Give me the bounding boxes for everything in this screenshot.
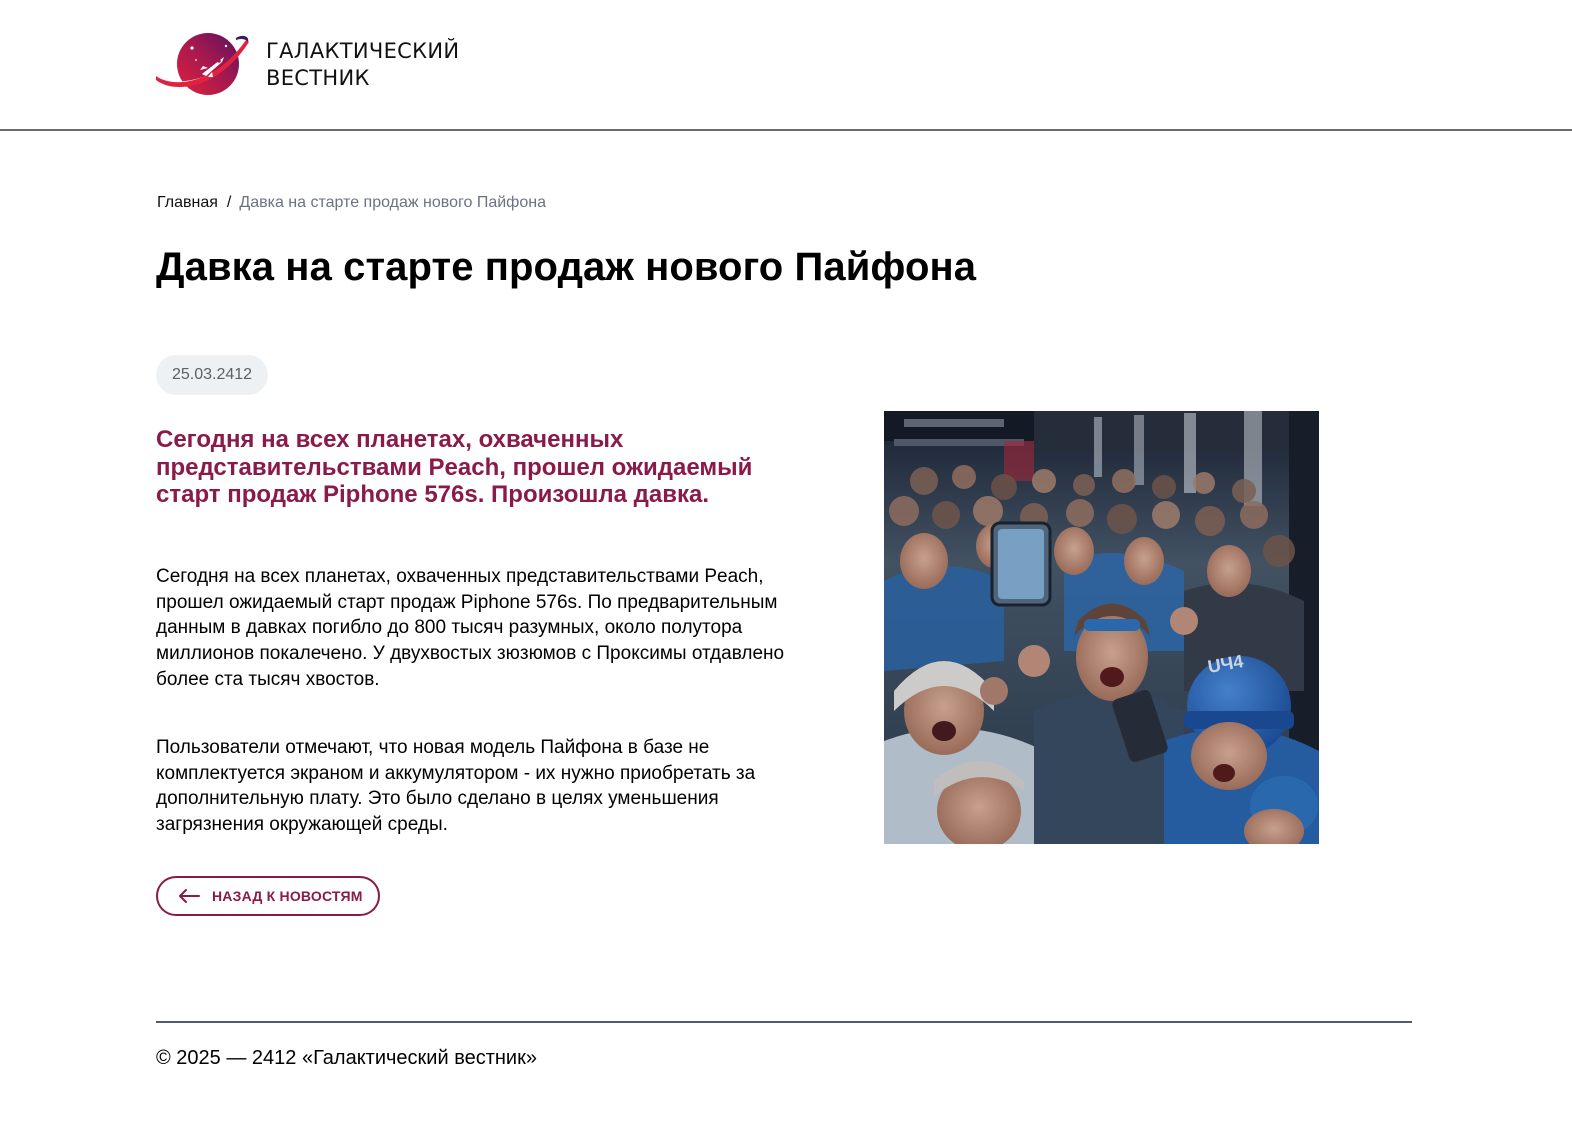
breadcrumb-current: Давка на старте продаж нового Пайфона bbox=[239, 194, 546, 211]
article-paragraph: Сегодня на всех планетах, охваченных пре… bbox=[156, 566, 785, 690]
article-image: UЧ4 bbox=[884, 411, 1319, 844]
breadcrumb-separator: / bbox=[226, 194, 232, 211]
date-badge: 25.03.2412 bbox=[156, 355, 269, 395]
rocket-planet-logo-icon bbox=[156, 33, 249, 95]
brand-name: ГАЛАКТИЧЕСКИЙ ВЕСТНИК bbox=[266, 38, 459, 92]
breadcrumb-home-link[interactable]: Главная bbox=[157, 194, 218, 212]
article-paragraph: Пользователи отмечают, что новая модель … bbox=[156, 737, 756, 836]
copyright: © 2025 — 2412 «Галактический вестник» bbox=[156, 1047, 537, 1069]
crowd-photo-icon: UЧ4 bbox=[884, 411, 1319, 844]
brand-line-2: ВЕСТНИК bbox=[266, 66, 370, 90]
site-logo-link[interactable]: ГАЛАКТИЧЕСКИЙ ВЕСТНИК bbox=[156, 30, 459, 100]
back-to-news-button[interactable]: НАЗАД К НОВОСТЯМ bbox=[156, 876, 380, 916]
brand-line-1: ГАЛАКТИЧЕСКИЙ bbox=[266, 39, 460, 63]
back-to-news-label: НАЗАД К НОВОСТЯМ bbox=[212, 888, 363, 904]
page-title: Давка на старте продаж нового Пайфона bbox=[156, 245, 977, 289]
footer-divider bbox=[156, 1021, 1412, 1023]
arrow-left-icon bbox=[179, 889, 200, 903]
article-lead: Сегодня на всех планетах, охваченных пре… bbox=[156, 426, 753, 508]
site-header: ГАЛАКТИЧЕСКИЙ ВЕСТНИК bbox=[0, 0, 1572, 131]
breadcrumb: Главная / Давка на старте продаж нового … bbox=[157, 194, 546, 212]
